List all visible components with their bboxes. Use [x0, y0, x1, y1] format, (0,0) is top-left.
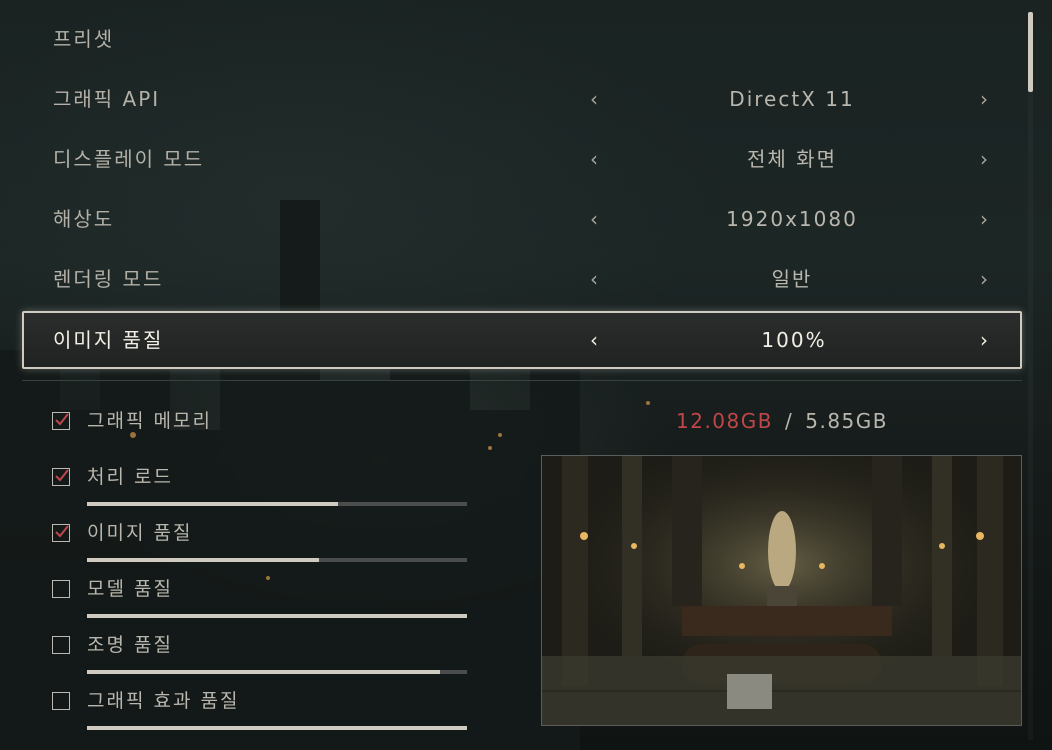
checkmark-icon [55, 525, 69, 538]
setting-row-rendering-mode[interactable]: 렌더링 모드 ‹ 일반 › [22, 250, 1022, 308]
checkbox[interactable] [52, 692, 70, 710]
memory-total: 5.85GB [805, 409, 888, 433]
chevron-right-icon[interactable]: › [980, 313, 988, 367]
chevron-left-icon[interactable]: ‹ [590, 190, 598, 248]
memory-separator: / [784, 409, 794, 433]
load-item-label: 조명 품질 [87, 634, 173, 656]
chevron-left-icon[interactable]: ‹ [590, 70, 598, 128]
setting-row-graphics-api[interactable]: 그래픽 API ‹ DirectX 11 › [22, 70, 1022, 128]
setting-label: 디스플레이 모드 [53, 147, 205, 171]
load-bar [87, 614, 467, 618]
checkbox[interactable] [52, 636, 70, 654]
load-item-processing[interactable]: 처리 로드 [52, 466, 472, 516]
setting-row-resolution[interactable]: 해상도 ‹ 1920x1080 › [22, 190, 1022, 248]
load-item-model-quality[interactable]: 모델 품질 [52, 578, 472, 628]
setting-value: 전체 화면 [747, 147, 837, 171]
load-item-lighting-quality[interactable]: 조명 품질 [52, 634, 472, 684]
chevron-right-icon[interactable]: › [980, 70, 988, 128]
preset-label: 프리셋 [53, 27, 115, 51]
checkbox[interactable] [52, 580, 70, 598]
setting-label: 해상도 [53, 207, 115, 231]
load-item-label: 처리 로드 [87, 466, 173, 488]
setting-label: 그래픽 API [53, 87, 161, 111]
checkmark-icon [55, 413, 69, 426]
chevron-left-icon[interactable]: ‹ [590, 313, 598, 367]
load-bar [87, 670, 467, 674]
section-divider [22, 380, 1022, 381]
checkbox[interactable] [52, 468, 70, 486]
graphics-memory-label: 그래픽 메모리 [87, 410, 212, 432]
preview-scene [542, 456, 1021, 725]
scrollbar-thumb[interactable] [1028, 12, 1033, 92]
setting-label: 이미지 품질 [53, 328, 164, 352]
setting-value: DirectX 11 [729, 87, 855, 111]
memory-readout: 12.08GB / 5.85GB [676, 408, 888, 434]
graphics-memory-item[interactable]: 그래픽 메모리 [52, 410, 472, 460]
load-bar [87, 502, 467, 506]
load-item-label: 이미지 품질 [87, 522, 193, 544]
load-bar [87, 726, 467, 730]
checkbox[interactable] [52, 412, 70, 430]
scrollbar-track[interactable] [1028, 12, 1033, 740]
load-bar-fill [87, 558, 319, 562]
load-bar-fill [87, 726, 467, 730]
chevron-left-icon[interactable]: ‹ [590, 250, 598, 308]
setting-value: 1920x1080 [726, 207, 858, 231]
preview-image [541, 455, 1022, 726]
setting-value: 100% [761, 328, 827, 352]
setting-row-image-quality[interactable]: 이미지 품질 ‹ 100% › [22, 311, 1022, 369]
load-item-label: 그래픽 효과 품질 [87, 690, 240, 712]
load-item-image-quality[interactable]: 이미지 품질 [52, 522, 472, 572]
load-item-effects-quality[interactable]: 그래픽 효과 품질 [52, 690, 472, 740]
load-bar-fill [87, 614, 467, 618]
load-bar-fill [87, 502, 338, 506]
load-item-label: 모델 품질 [87, 578, 173, 600]
preset-row[interactable]: 프리셋 [22, 10, 1022, 68]
chevron-right-icon[interactable]: › [980, 250, 988, 308]
memory-used: 12.08GB [676, 409, 773, 433]
checkbox[interactable] [52, 524, 70, 542]
setting-value: 일반 [771, 267, 813, 291]
chevron-right-icon[interactable]: › [980, 130, 988, 188]
checkmark-icon [55, 469, 69, 482]
setting-label: 렌더링 모드 [53, 267, 164, 291]
setting-row-display-mode[interactable]: 디스플레이 모드 ‹ 전체 화면 › [22, 130, 1022, 188]
chevron-left-icon[interactable]: ‹ [590, 130, 598, 188]
chevron-right-icon[interactable]: › [980, 190, 988, 248]
load-bar-fill [87, 670, 441, 674]
load-bar [87, 558, 467, 562]
